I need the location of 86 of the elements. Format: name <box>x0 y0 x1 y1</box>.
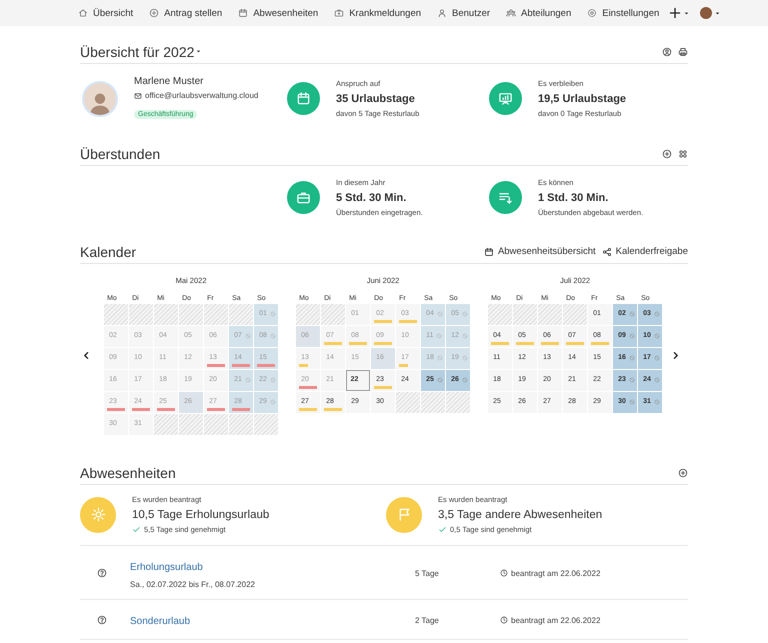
blocked-icon <box>654 355 660 361</box>
presentation-board-icon <box>489 82 522 115</box>
blocked-icon <box>654 333 660 339</box>
avatar-icon <box>700 7 712 19</box>
blocked-icon <box>628 399 635 405</box>
blocked-icon <box>270 311 276 317</box>
settings-icon <box>587 8 598 18</box>
stat-value: 5 Std. 30 Min. <box>336 192 408 204</box>
header-link[interactable]: Kalenderfreigabe <box>602 246 688 257</box>
blocked-icon <box>270 377 276 383</box>
blocked-icon <box>628 311 635 317</box>
header-link[interactable]: Abwesenheitsübersicht <box>484 246 596 257</box>
caret-icon[interactable] <box>195 48 202 55</box>
blocked-icon <box>628 333 635 339</box>
group-icon <box>506 8 516 18</box>
chevron-right-icon[interactable] <box>670 351 680 360</box>
blocked-icon <box>244 377 251 383</box>
blocked-icon <box>244 333 251 339</box>
nav-link[interactable]: Übersicht <box>70 0 142 26</box>
sun-icon <box>80 496 116 532</box>
stat-value: 10,5 Tage Erholungsurlaub <box>132 509 270 521</box>
absence-duration: 2 Tage <box>415 616 440 624</box>
email-address: office@urlaubsverwaltung.cloud <box>145 91 258 100</box>
chevron-left-icon[interactable] <box>82 351 91 360</box>
caret-icon <box>683 10 690 16</box>
print-icon[interactable] <box>678 46 688 56</box>
blocked-icon <box>462 311 468 317</box>
check-icon <box>438 525 447 534</box>
blocked-icon <box>654 311 660 317</box>
blocked-icon <box>654 399 660 405</box>
section-title: Überstunden <box>80 146 160 162</box>
plus-circle-icon[interactable] <box>678 468 688 478</box>
briefcase-icon <box>287 181 320 214</box>
add-icon <box>669 7 682 19</box>
help-icon <box>97 568 107 578</box>
absence-link[interactable]: Erholungsurlaub <box>130 562 203 573</box>
check-icon <box>132 525 141 534</box>
stat-value: 35 Urlaubstage <box>336 93 416 105</box>
nav-link[interactable]: Einstellungen <box>579 0 668 26</box>
home-icon <box>78 8 88 18</box>
nav-link[interactable]: Benutzer <box>429 0 498 26</box>
section-title: Kalender <box>80 244 136 260</box>
stat-value: 19,5 Urlaubstage <box>538 93 626 105</box>
stat-value: 3,5 Tage andere Abwesenheiten <box>438 509 602 521</box>
plus-circle-icon[interactable] <box>662 148 672 158</box>
person-icon <box>437 8 448 18</box>
request-date: beantragt am 22.06.2022 <box>511 616 600 624</box>
blocked-icon <box>628 377 635 383</box>
avatar-icon <box>82 80 118 116</box>
blocked-icon <box>462 333 468 339</box>
person-circle-icon[interactable] <box>662 46 672 56</box>
blocked-icon <box>462 355 468 361</box>
plus-circle-icon <box>149 8 160 18</box>
nav-link[interactable]: Antrag stellen <box>141 0 230 26</box>
request-date: beantragt am 22.06.2022 <box>511 568 600 578</box>
share-icon <box>602 246 612 256</box>
user-name: Marlene Muster <box>134 76 204 87</box>
blocked-icon <box>436 333 442 339</box>
absence-link[interactable]: Sonderurlaub <box>130 616 190 627</box>
blocked-icon <box>270 399 276 405</box>
absence-dates: Sa., 02.07.2022 bis Fr., 08.07.2022 <box>130 580 256 589</box>
blocked-icon <box>462 377 468 383</box>
stat-value: 1 Std. 30 Min. <box>538 192 610 204</box>
calendar-icon <box>287 82 320 115</box>
blocked-icon <box>436 311 443 317</box>
nav-link[interactable]: Krankmeldungen <box>326 0 430 26</box>
nav-link[interactable]: Abteilungen <box>498 0 580 26</box>
flag-icon <box>386 496 422 532</box>
nav-link[interactable]: Abwesenheiten <box>230 0 326 26</box>
grid-icon[interactable] <box>678 148 688 158</box>
caret-icon <box>714 10 722 16</box>
clock-icon <box>500 616 508 624</box>
calendar-icon <box>484 246 494 256</box>
blocked-icon <box>436 355 443 361</box>
clock-icon <box>500 569 508 577</box>
calendar-icon <box>238 8 248 18</box>
blocked-icon <box>270 333 276 339</box>
mail-icon <box>134 92 142 100</box>
blocked-icon <box>654 377 660 383</box>
section-title: Abwesenheiten <box>80 464 176 480</box>
help-icon <box>97 615 107 625</box>
blocked-icon <box>628 355 635 361</box>
absence-duration: 5 Tage <box>415 568 440 578</box>
medical-case-icon <box>334 8 344 18</box>
blocked-icon <box>436 377 443 383</box>
section-title: Übersicht für 2022 <box>80 44 194 60</box>
